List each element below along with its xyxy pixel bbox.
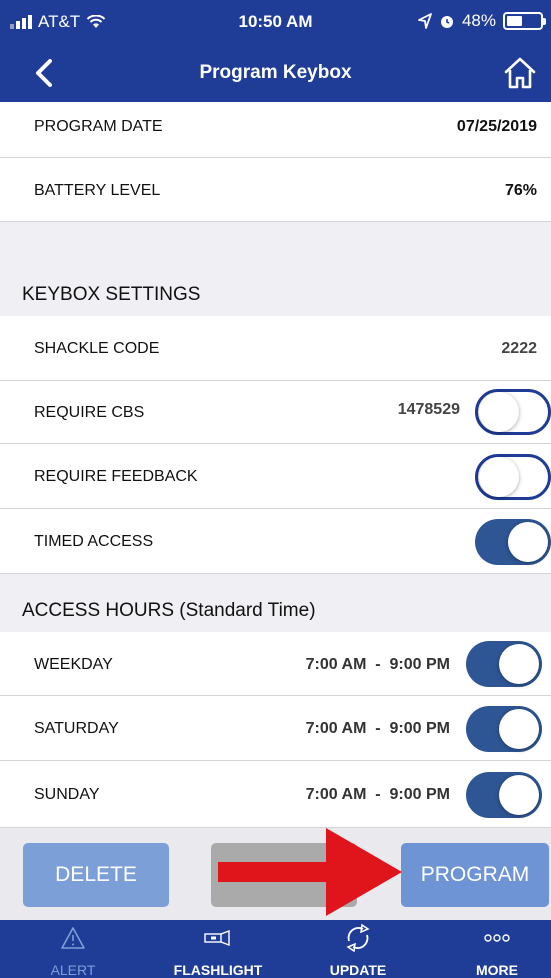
tab-more-label: MORE	[476, 962, 518, 978]
alarm-icon	[440, 16, 453, 28]
program-date-row: PROGRAM DATE 07/25/2019	[0, 102, 551, 158]
tab-flashlight-label: FLASHLIGHT	[173, 962, 263, 978]
delete-button[interactable]: DELETE	[23, 843, 169, 907]
alert-triangle-icon	[61, 927, 85, 949]
sunday-row: SUNDAY 7:00 AM - 9:00 PM	[0, 761, 551, 828]
require-feedback-toggle[interactable]	[475, 454, 551, 500]
battery-level-value: 76%	[504, 182, 537, 199]
access-hours-header: ACCESS HOURS (Standard Time)	[0, 574, 551, 632]
weekday-label: WEEKDAY	[34, 656, 113, 673]
location-arrow-icon	[418, 13, 432, 29]
tab-alert[interactable]: ALERT	[18, 920, 128, 978]
keybox-settings-title: KEYBOX SETTINGS	[22, 284, 201, 305]
sunday-toggle[interactable]	[466, 772, 542, 818]
require-cbs-row: REQUIRE CBS 1478529	[0, 381, 551, 444]
back-chevron-icon[interactable]	[30, 56, 60, 90]
tab-alert-label: ALERT	[50, 962, 96, 978]
status-bar: AT&T 10:50 AM 48%	[0, 0, 551, 46]
tab-bar: ALERT FLASHLIGHT UPDATE MORE	[0, 920, 551, 978]
battery-percent: 48%	[461, 11, 496, 30]
timed-access-label: TIMED ACCESS	[34, 533, 154, 550]
keybox-settings-header: KEYBOX SETTINGS	[0, 222, 551, 316]
home-icon[interactable]	[501, 54, 539, 92]
top-bar: AT&T 10:50 AM 48% Program Keybox	[0, 0, 551, 102]
page-title: Program Keybox	[199, 62, 352, 83]
require-cbs-toggle[interactable]	[475, 389, 551, 435]
flashlight-icon	[204, 929, 230, 947]
more-dots-icon	[484, 934, 510, 942]
timed-access-row: TIMED ACCESS	[0, 509, 551, 574]
battery-icon	[503, 12, 546, 30]
program-date-value: 07/25/2019	[456, 118, 537, 135]
status-right: 48%	[418, 11, 546, 31]
red-arrow-annotation	[218, 828, 402, 916]
access-hours-title: ACCESS HOURS (Standard Time)	[22, 600, 316, 621]
saturday-toggle[interactable]	[466, 706, 542, 752]
nav-bar: Program Keybox	[0, 46, 551, 102]
require-feedback-row: REQUIRE FEEDBACK	[0, 444, 551, 509]
weekday-toggle[interactable]	[466, 641, 542, 687]
program-date-label: PROGRAM DATE	[34, 118, 163, 135]
tab-update[interactable]: UPDATE	[303, 920, 413, 978]
battery-level-label: BATTERY LEVEL	[34, 182, 161, 199]
weekday-row: WEEKDAY 7:00 AM - 9:00 PM	[0, 632, 551, 696]
program-button[interactable]: PROGRAM	[401, 843, 549, 907]
require-cbs-value: 1478529	[397, 401, 460, 418]
sync-icon	[346, 923, 370, 953]
weekday-hours[interactable]: 7:00 AM - 9:00 PM	[306, 656, 450, 674]
battery-level-row: BATTERY LEVEL 76%	[0, 158, 551, 222]
saturday-hours[interactable]: 7:00 AM - 9:00 PM	[306, 720, 450, 738]
tab-update-label: UPDATE	[329, 962, 387, 978]
shackle-code-value: 2222	[501, 340, 537, 357]
tab-more[interactable]: MORE	[442, 920, 551, 978]
timed-access-toggle[interactable]	[475, 519, 551, 565]
sunday-hours[interactable]: 7:00 AM - 9:00 PM	[306, 786, 450, 804]
shackle-code-row: SHACKLE CODE 2222	[0, 316, 551, 381]
shackle-code-label: SHACKLE CODE	[34, 340, 160, 357]
saturday-label: SATURDAY	[34, 720, 119, 737]
saturday-row: SATURDAY 7:00 AM - 9:00 PM	[0, 696, 551, 761]
require-cbs-label: REQUIRE CBS	[34, 404, 145, 421]
require-feedback-label: REQUIRE FEEDBACK	[34, 468, 198, 485]
tab-flashlight[interactable]: FLASHLIGHT	[163, 920, 273, 978]
sunday-label: SUNDAY	[34, 786, 100, 803]
